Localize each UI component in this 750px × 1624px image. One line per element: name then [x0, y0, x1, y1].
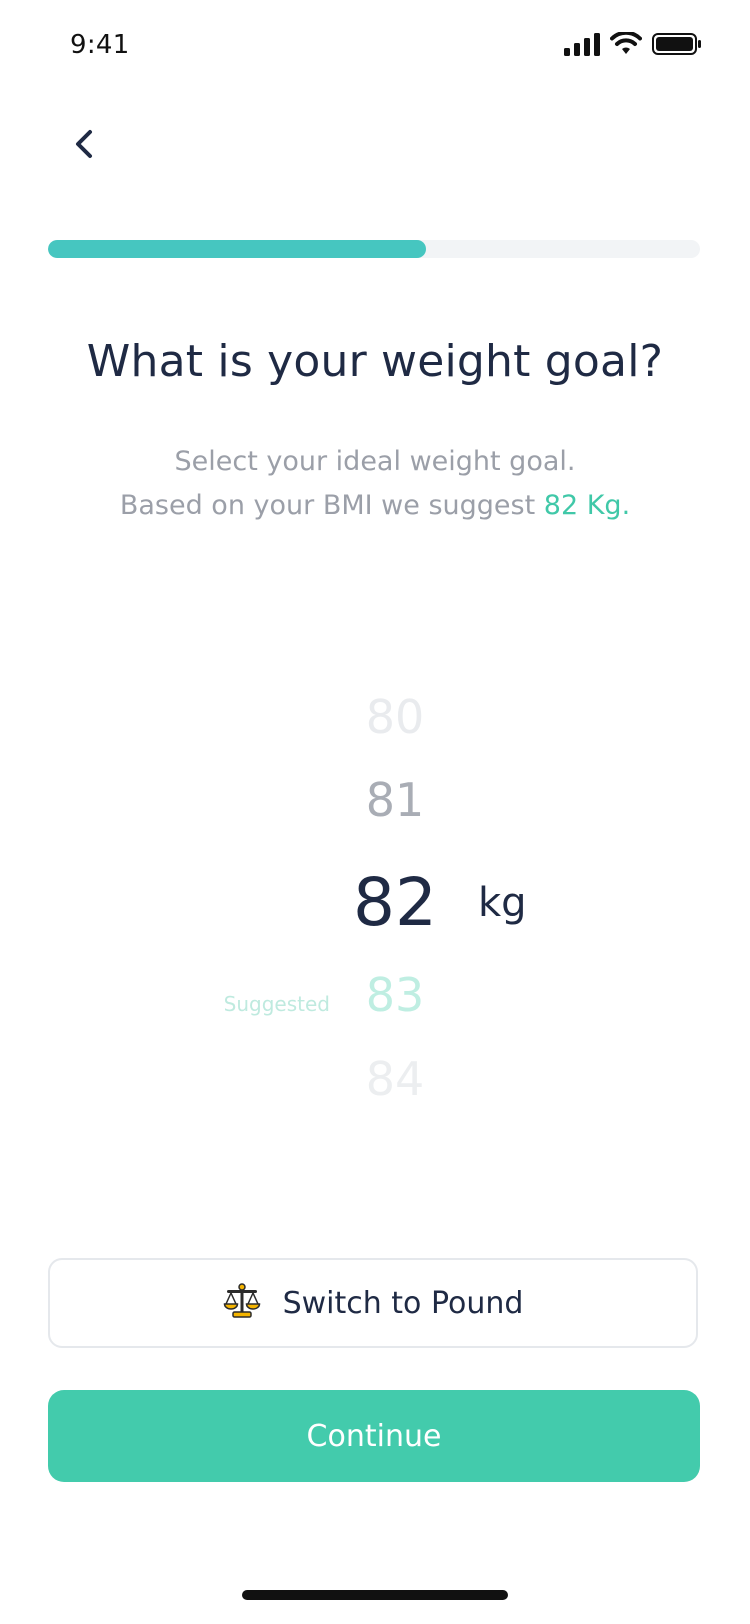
switch-unit-button[interactable]: Switch to Pound [48, 1258, 698, 1348]
status-time: 9:41 [70, 30, 130, 60]
suggested-label: Suggested [223, 992, 330, 1016]
continue-button[interactable]: Continue [48, 1390, 700, 1482]
scale-icon [223, 1283, 261, 1323]
subtitle-suffix: . [621, 490, 631, 521]
unit-label: kg [478, 880, 527, 926]
picker-item[interactable]: 81 [330, 773, 460, 827]
wifi-icon [610, 30, 642, 60]
subtitle-prefix: Based on your BMI we suggest [119, 490, 544, 521]
back-button[interactable] [56, 118, 112, 174]
page-title: What is your weight goal? [86, 336, 664, 387]
chevron-left-icon [72, 128, 96, 164]
status-icons [564, 30, 702, 62]
suggested-weight-text: 82 Kg [543, 490, 622, 521]
progress-fill [48, 240, 427, 258]
battery-icon [652, 32, 702, 60]
picker-item[interactable]: 80 [330, 690, 460, 744]
subtitle-line-2: Based on your BMI we suggest 82 Kg. [0, 490, 750, 521]
switch-unit-label: Switch to Pound [282, 1285, 524, 1321]
home-indicator [242, 1590, 508, 1600]
progress-bar [48, 240, 700, 258]
picker-item[interactable]: 84 [330, 1052, 460, 1106]
picker-item-selected[interactable]: 82 [330, 864, 460, 941]
continue-label: Continue [306, 1418, 442, 1454]
picker-item[interactable]: 83 [330, 968, 460, 1022]
signal-icon [564, 32, 600, 60]
subtitle-line-1: Select your ideal weight goal. [174, 446, 576, 477]
